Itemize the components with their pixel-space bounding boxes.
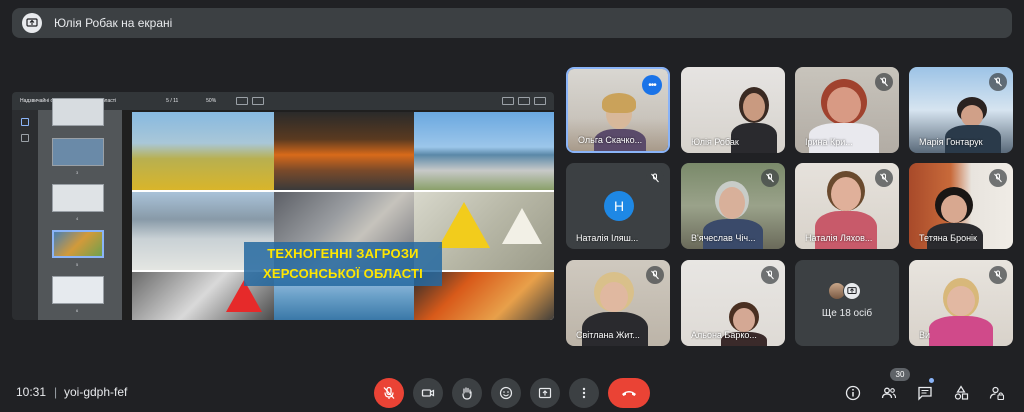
shapes-icon	[954, 385, 969, 400]
others-avatars	[828, 282, 861, 300]
more-options-button[interactable]	[569, 378, 599, 408]
thumb-number: 4	[76, 216, 79, 221]
present-screen-button[interactable]	[530, 378, 560, 408]
pdf-zoom: 50%	[206, 98, 217, 104]
mic-off-icon	[875, 73, 893, 91]
pdf-thumbnails: 3 4 5 6	[38, 98, 122, 320]
thumb-number: 5	[76, 262, 79, 267]
more-options-icon	[534, 97, 546, 105]
participant-tile[interactable]: ••• Ольга Скачко...	[566, 67, 670, 153]
page-thumbnail	[52, 276, 104, 304]
flammable-warning-icon	[438, 202, 490, 248]
presenter-banner: Юлія Робак на екрані	[12, 8, 1012, 38]
mine-warning-icon	[502, 208, 542, 244]
fit-page-icon	[236, 97, 249, 105]
participant-name: Марія Гонтарук	[919, 137, 983, 147]
participant-tile[interactable]: Тетяна Бронік	[909, 163, 1013, 249]
mic-off-icon	[989, 73, 1007, 91]
slide-title-line2: ХЕРСОНСЬКОЇ ОБЛАСТІ	[263, 266, 423, 281]
photo-bridge-fire	[274, 112, 414, 190]
emoji-icon	[499, 386, 513, 400]
hand-icon	[462, 387, 472, 400]
call-end-icon	[622, 391, 636, 396]
mic-off-icon	[989, 169, 1007, 187]
outline-icon	[21, 134, 29, 142]
participant-tile[interactable]: Юлія Робак	[681, 67, 785, 153]
people-icon	[881, 387, 897, 399]
chat-notification-dot	[929, 378, 934, 383]
more-options-icon[interactable]: •••	[642, 75, 662, 95]
photo-power-plant	[414, 112, 554, 190]
lock-person-icon	[989, 386, 1005, 401]
participant-tile[interactable]: Н Наталія Іляш...	[566, 163, 670, 249]
separator: |	[54, 385, 58, 399]
chat-icon	[918, 386, 932, 401]
page-thumbnail	[52, 98, 104, 126]
meeting-details-button[interactable]	[842, 382, 864, 404]
participant-tile[interactable]: Ірина Кри...	[795, 67, 899, 153]
present-icon	[538, 387, 552, 399]
participant-avatar: Н	[604, 191, 634, 221]
others-count: Ще 18 осіб	[821, 308, 873, 319]
page-thumbnail	[52, 138, 104, 166]
participant-name: Ірина Кри...	[805, 137, 853, 147]
activities-button[interactable]	[950, 382, 972, 404]
rotate-icon	[252, 97, 265, 105]
mic-off-icon	[761, 266, 779, 284]
mic-off-icon	[646, 266, 664, 284]
present-screen-icon	[843, 282, 861, 300]
slide-title: ТЕХНОГЕННІ ЗАГРОЗИ ХЕРСОНСЬКОЇ ОБЛАСТІ	[244, 242, 442, 286]
mic-off-icon	[989, 266, 1007, 284]
others-tile[interactable]: Ще 18 осіб	[795, 260, 899, 346]
mic-off-icon	[875, 169, 893, 187]
meeting-time: 10:31	[16, 385, 47, 399]
present-screen-icon	[22, 13, 42, 33]
participant-name: В'ячеслав Чіч...	[691, 233, 756, 243]
reactions-button[interactable]	[491, 378, 521, 408]
participant-tile[interactable]: Альона Барко...	[681, 260, 785, 346]
pdf-page-indicator: 5 / 11	[166, 98, 179, 104]
raise-hand-button[interactable]	[452, 378, 482, 408]
slide-page: ТЕХНОГЕННІ ЗАГРОЗИ ХЕРСОНСЬКОЇ ОБЛАСТІ	[132, 112, 554, 320]
participant-tile[interactable]: Марія Гонтарук	[909, 67, 1013, 153]
participant-name: Наталія Ляхов...	[805, 233, 873, 243]
photo-gas-valve	[132, 112, 274, 190]
host-controls-button[interactable]	[986, 382, 1008, 404]
participant-tile-self[interactable]: Ви	[909, 260, 1013, 346]
page-thumbnail-current	[52, 230, 104, 258]
presenter-label: Юлія Робак на екрані	[54, 16, 173, 30]
mic-off-icon	[761, 169, 779, 187]
info-icon	[845, 385, 861, 401]
thumb-number: 3	[76, 170, 79, 175]
page-thumbnail	[52, 184, 104, 212]
participant-name: Альона Барко...	[691, 330, 757, 340]
participant-name: Ви	[919, 330, 931, 340]
participant-tile[interactable]: Світлана Жит...	[566, 260, 670, 346]
mic-off-icon	[646, 169, 664, 187]
mic-off-icon	[383, 386, 395, 399]
participant-name: Юлія Робак	[691, 137, 739, 147]
mic-toggle-button[interactable]	[374, 378, 404, 408]
pdf-sidebar	[12, 110, 38, 320]
participant-name: Наталія Іляш...	[576, 233, 639, 243]
thumbnails-icon	[21, 118, 29, 126]
print-icon	[518, 97, 530, 105]
download-icon	[502, 97, 514, 105]
participant-tile[interactable]: В'ячеслав Чіч...	[681, 163, 785, 249]
camera-toggle-button[interactable]	[413, 378, 443, 408]
thumb-number: 6	[76, 308, 79, 313]
slide-title-line1: ТЕХНОГЕННІ ЗАГРОЗИ	[267, 246, 419, 261]
leave-call-button[interactable]	[608, 378, 650, 408]
shared-screen[interactable]: Надзвичайні ситуації херсонської області…	[12, 92, 554, 320]
camera-icon	[421, 389, 435, 397]
meeting-code[interactable]: yoi-gdph-fef	[64, 385, 127, 399]
people-button[interactable]	[878, 382, 900, 404]
chat-button[interactable]	[914, 382, 936, 404]
more-vert-icon	[582, 387, 586, 399]
participant-name: Світлана Жит...	[576, 330, 640, 340]
participant-name: Тетяна Бронік	[919, 233, 977, 243]
participant-tile[interactable]: Наталія Ляхов...	[795, 163, 899, 249]
people-count-badge: 30	[890, 368, 910, 381]
participant-name: Ольга Скачко...	[578, 135, 643, 145]
